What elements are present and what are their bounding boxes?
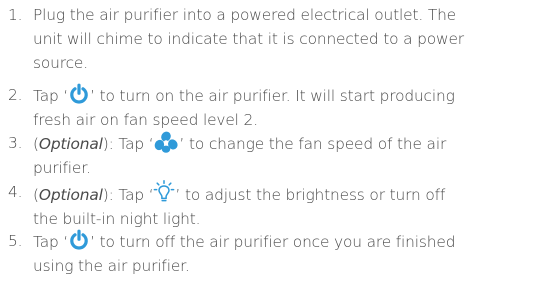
fan-icon [153, 131, 179, 153]
step-text: (Optional): Tap ‘’ to adjust the brightn… [33, 180, 559, 231]
step-text: Tap ‘ ’ to turn off the air purifier once… [33, 229, 559, 278]
step-line: Tap ‘ ’ to turn off the air purifier once… [33, 229, 559, 254]
step-line: (Optional): Tap ‘’ to adjust the brightn… [33, 180, 559, 207]
step-text: Plug the air purifier into a powered ele… [33, 3, 559, 75]
step-number: 3. [8, 134, 23, 152]
step-number: 2. [8, 86, 23, 104]
night-light-icon [153, 180, 175, 204]
step-line: (Optional): Tap ‘’ to change the fan spe… [33, 131, 559, 156]
step-text-after: ’ to turn on the air purifier. It will s… [90, 87, 455, 105]
step-line: purifier. [33, 159, 91, 177]
optional-label: Optional [38, 186, 103, 204]
step-text: (Optional): Tap ‘’ to change the fan spe… [33, 131, 559, 180]
step-line: the built-in night light. [33, 210, 201, 228]
step-text-close: ): Tap ‘ [102, 135, 154, 153]
step-text-before: Tap ‘ [33, 233, 69, 251]
step-text-after: ’ to adjust the brightness or turn off [175, 186, 446, 204]
step-line: Plug the air purifier into a powered ele… [33, 6, 457, 24]
optional-label: Optional [38, 135, 103, 153]
step-line: Tap ‘ ’ to turn on the air purifier. It w… [33, 83, 559, 108]
step-number: 5. [8, 232, 23, 250]
step-number: 1. [8, 6, 23, 24]
step-text-after: ’ to change the fan speed of the air [179, 135, 447, 153]
step-text: Tap ‘ ’ to turn on the air purifier. It w… [33, 83, 559, 132]
power-icon [68, 83, 90, 105]
step-line: source. [33, 54, 88, 72]
step-line: fresh air on fan speed level 2. [33, 111, 258, 129]
step-text-close: ): Tap ‘ [102, 186, 154, 204]
step-line: using the air purifier. [33, 257, 190, 275]
step-line: unit will chime to indicate that it is c… [33, 30, 464, 48]
step-text-after: ’ to turn off the air purifier once you … [90, 233, 456, 251]
step-text-before: Tap ‘ [33, 87, 69, 105]
step-number: 4. [8, 183, 23, 201]
power-icon [68, 229, 90, 251]
